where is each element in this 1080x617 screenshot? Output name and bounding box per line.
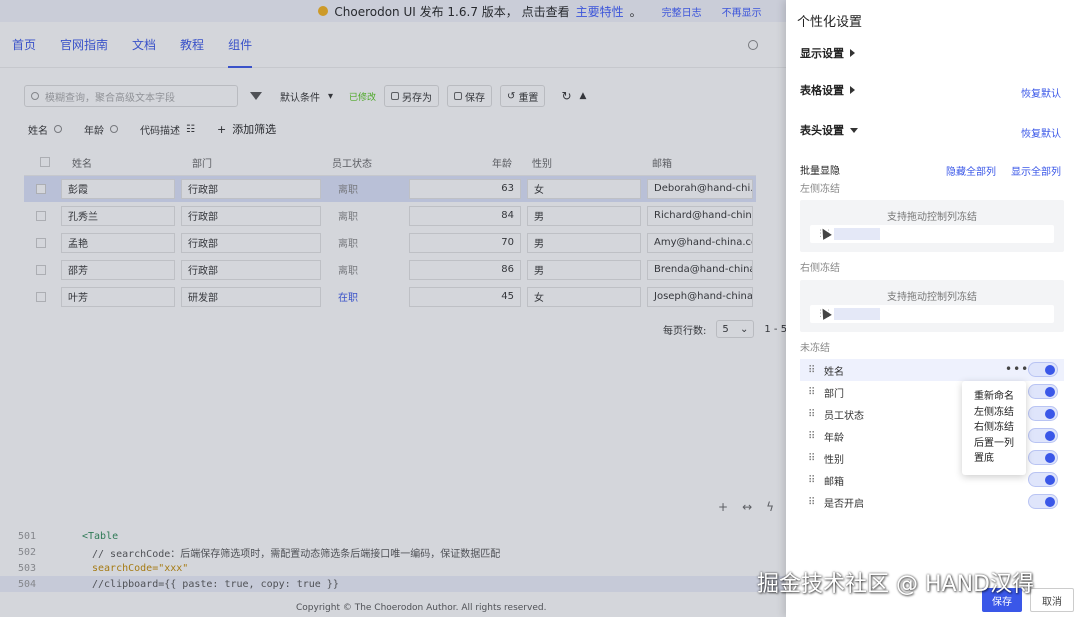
caret-down-icon xyxy=(850,127,858,133)
drag-handle-icon[interactable]: ⠿ xyxy=(808,475,818,486)
placeholder-block xyxy=(834,228,880,240)
menu-freeze-left[interactable]: 左侧冻结 xyxy=(974,405,1026,421)
drag-handle-icon[interactable]: ⠿ xyxy=(808,453,818,464)
menu-rename[interactable]: 重新命名 xyxy=(974,389,1026,405)
drag-hint: 支持拖动控制列冻结 xyxy=(887,212,977,223)
table-settings-label: 表格设置 xyxy=(800,84,844,97)
hide-all-link[interactable]: 隐藏全部列 xyxy=(946,163,996,178)
left-frozen-dropzone[interactable]: 支持拖动控制列冻结 ⋮⋮ xyxy=(800,200,1064,252)
column-visible-switch[interactable] xyxy=(1028,472,1058,487)
column-item[interactable]: ⠿ 是否开启 xyxy=(800,491,1064,513)
caret-right-icon xyxy=(850,86,855,94)
placeholder-block xyxy=(834,308,880,320)
display-settings-label: 显示设置 xyxy=(800,47,844,60)
column-label: 年龄 xyxy=(824,432,844,444)
watermark: 掘金技术社区 @ HAND汉得 xyxy=(757,572,1034,597)
drag-handle-icon[interactable]: ⠿ xyxy=(808,431,818,442)
drawer-cancel-button[interactable]: 取消 xyxy=(1030,588,1074,612)
drag-handle-icon[interactable]: ⠿ xyxy=(808,387,818,398)
column-visible-switch[interactable] xyxy=(1028,384,1058,399)
menu-freeze-right[interactable]: 右侧冻结 xyxy=(974,420,1026,436)
drawer-title: 个性化设置 xyxy=(797,15,863,30)
drag-handle-icon[interactable]: ⠿ xyxy=(808,409,818,420)
menu-move-next[interactable]: 后置一列 xyxy=(974,436,1026,452)
column-visible-switch[interactable] xyxy=(1028,406,1058,421)
caret-right-icon xyxy=(850,49,855,57)
column-label: 部门 xyxy=(824,388,844,400)
right-frozen-dropzone[interactable]: 支持拖动控制列冻结 ⋮⋮ xyxy=(800,280,1064,332)
bulk-visibility-label: 批量显隐 xyxy=(800,166,840,177)
column-label: 邮箱 xyxy=(824,476,844,488)
column-visible-switch[interactable] xyxy=(1028,362,1058,377)
drop-placeholder: ⋮⋮ xyxy=(810,305,1054,323)
column-label: 员工状态 xyxy=(824,410,864,422)
column-visible-switch[interactable] xyxy=(1028,428,1058,443)
more-icon[interactable]: ••• xyxy=(1005,362,1029,376)
drop-placeholder: ⋮⋮ xyxy=(810,225,1054,243)
drag-hint: 支持拖动控制列冻结 xyxy=(887,292,977,303)
menu-move-bottom[interactable]: 置底 xyxy=(974,451,1026,467)
drag-handle-icon[interactable]: ⠿ xyxy=(808,497,818,508)
header-reset-link[interactable]: 恢复默认 xyxy=(1021,125,1061,140)
column-visible-switch[interactable] xyxy=(1028,494,1058,509)
header-settings-label: 表头设置 xyxy=(800,124,844,137)
column-label: 性别 xyxy=(824,454,844,466)
modal-mask[interactable] xyxy=(0,0,786,617)
unfrozen-label: 未冻结 xyxy=(800,343,830,354)
show-all-link[interactable]: 显示全部列 xyxy=(1011,163,1061,178)
table-settings-toggle[interactable]: 表格设置 xyxy=(800,82,855,98)
left-frozen-label: 左侧冻结 xyxy=(800,184,840,195)
column-item[interactable]: ⠿ 姓名 ••• xyxy=(800,359,1064,381)
column-label: 是否开启 xyxy=(824,498,864,510)
customization-drawer: 个性化设置 显示设置 表格设置 恢复默认 表头设置 恢复默认 批量显隐 隐藏全部… xyxy=(786,0,1080,617)
display-settings-toggle[interactable]: 显示设置 xyxy=(800,45,855,61)
drag-handle-icon[interactable]: ⠿ xyxy=(808,365,818,376)
column-visible-switch[interactable] xyxy=(1028,450,1058,465)
column-label: 姓名 xyxy=(824,366,844,378)
column-context-menu: 重新命名 左侧冻结 右侧冻结 后置一列 置底 xyxy=(962,381,1026,475)
header-settings-toggle[interactable]: 表头设置 xyxy=(800,122,858,138)
table-reset-link[interactable]: 恢复默认 xyxy=(1021,85,1061,100)
right-frozen-label: 右侧冻结 xyxy=(800,263,840,274)
